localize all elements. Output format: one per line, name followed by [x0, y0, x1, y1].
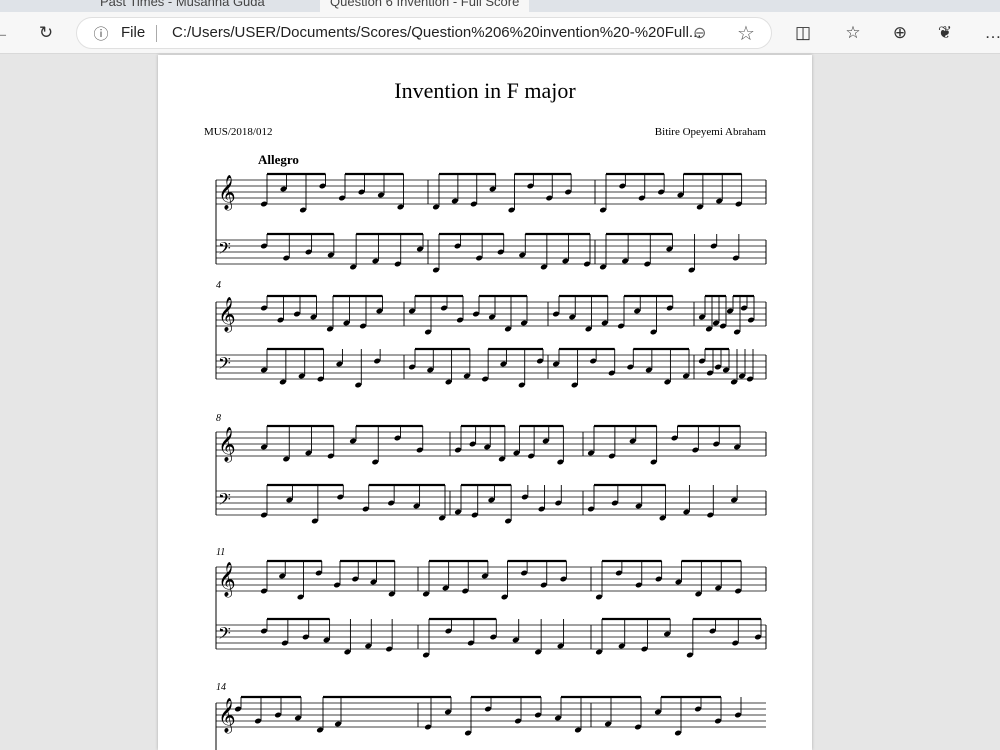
browser-toolbar: ← ↻ ⓘ File C:/Users/USER/Documents/Score… [0, 12, 1000, 54]
clef: 𝄞 [218, 562, 236, 598]
music-score: 𝄞 𝄢 𝄞 𝄢 𝄞 𝄢 𝄞 𝄢 𝄞 [215, 172, 767, 750]
clef: 𝄢 [218, 353, 231, 377]
file-label: File [121, 24, 146, 41]
clef: 𝄞 [218, 175, 236, 211]
clef: 𝄞 [218, 427, 236, 463]
tab-past-times[interactable]: Past Times - Musanna Guda [100, 0, 265, 12]
url-text[interactable]: C:/Users/USER/Documents/Scores/Question%… [172, 24, 701, 41]
clef: 𝄞 [218, 297, 236, 333]
refresh-icon[interactable]: ↻ [33, 20, 59, 46]
copilot-icon[interactable]: ❦ [932, 20, 958, 46]
clef: 𝄞 [218, 698, 236, 734]
pdf-viewer[interactable]: Invention in F major MUS/2018/012 Bitire… [0, 55, 1000, 750]
star-icon[interactable]: ☆ [737, 21, 755, 46]
clef: 𝄢 [218, 489, 231, 513]
zoom-icon[interactable]: ⊖ [693, 23, 706, 43]
more-menu-icon[interactable]: … [980, 20, 1000, 46]
favorites-list-icon[interactable]: ☆ [840, 20, 866, 46]
collections-icon[interactable]: ⊕ [887, 20, 913, 46]
split-screen-icon[interactable]: ◫ [790, 20, 816, 46]
back-arrow-icon[interactable]: ← [0, 20, 14, 46]
address-bar[interactable]: ⓘ File C:/Users/USER/Documents/Scores/Qu… [76, 17, 772, 49]
address-separator [156, 25, 157, 42]
clef: 𝄢 [218, 623, 231, 647]
tab-strip: Past Times - Musanna Guda Question 6 Inv… [0, 0, 1000, 12]
pdf-page: Invention in F major MUS/2018/012 Bitire… [158, 55, 812, 750]
info-icon[interactable]: ⓘ [91, 23, 111, 43]
tab-question-6[interactable]: Question 6 Invention - Full Score [320, 0, 530, 12]
clef: 𝄢 [218, 238, 231, 262]
